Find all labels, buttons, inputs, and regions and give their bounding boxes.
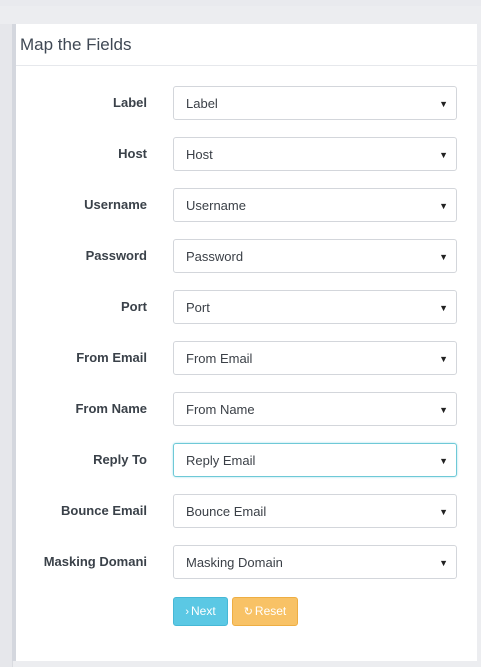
- field-label: From Name: [75, 401, 147, 416]
- caret-down-icon: ▼: [439, 99, 448, 109]
- select-value: Bounce Email: [186, 504, 267, 519]
- caret-down-icon: ▼: [439, 150, 448, 160]
- caret-down-icon: ▼: [439, 456, 448, 466]
- refresh-icon: ↻: [243, 606, 253, 618]
- bounce-email-select[interactable]: Bounce Email ▼: [173, 494, 457, 528]
- select-value: Masking Domain: [186, 555, 283, 570]
- field-row-host: Host Host ▼: [16, 137, 477, 171]
- field-row-username: Username Username ▼: [16, 188, 477, 222]
- select-value: Label: [186, 96, 218, 111]
- select-value: Password: [186, 249, 244, 264]
- select-value: Port: [186, 300, 210, 315]
- map-fields-panel: Map the Fields Label Label ▼ Host Host ▼…: [12, 24, 477, 661]
- field-label: Host: [118, 146, 147, 161]
- select-value: Host: [186, 147, 213, 162]
- field-row-from-email: From Email From Email ▼: [16, 341, 477, 375]
- top-bar: [0, 0, 481, 6]
- field-row-masking-domain: Masking Domani Masking Domain ▼: [16, 545, 477, 579]
- field-label: Bounce Email: [61, 503, 147, 518]
- next-button[interactable]: › Next: [173, 597, 228, 626]
- field-row-from-name: From Name From Name ▼: [16, 392, 477, 426]
- reset-button[interactable]: ↻ Reset: [232, 597, 298, 626]
- field-row-password: Password Password ▼: [16, 239, 477, 273]
- password-select[interactable]: Password ▼: [173, 239, 457, 273]
- port-select[interactable]: Port ▼: [173, 290, 457, 324]
- caret-down-icon: ▼: [439, 252, 448, 262]
- field-label: Port: [121, 299, 147, 314]
- field-row-bounce-email: Bounce Email Bounce Email ▼: [16, 494, 477, 528]
- caret-down-icon: ▼: [439, 558, 448, 568]
- caret-down-icon: ▼: [439, 507, 448, 517]
- field-label: Password: [85, 248, 147, 263]
- chevron-right-icon: ›: [185, 606, 189, 618]
- reset-button-label: Reset: [254, 604, 287, 618]
- host-select[interactable]: Host ▼: [173, 137, 457, 171]
- field-label: Masking Domani: [43, 554, 147, 569]
- select-value: From Name: [186, 402, 255, 417]
- caret-down-icon: ▼: [439, 354, 448, 364]
- field-label: Label: [113, 95, 147, 110]
- field-label: From Email: [76, 350, 147, 365]
- reply-to-select[interactable]: Reply Email ▼: [173, 443, 457, 477]
- field-row-port: Port Port ▼: [16, 290, 477, 324]
- field-label: Username: [84, 197, 147, 212]
- panel-title: Map the Fields: [16, 24, 477, 66]
- from-name-select[interactable]: From Name ▼: [173, 392, 457, 426]
- caret-down-icon: ▼: [439, 405, 448, 415]
- select-value: Username: [186, 198, 246, 213]
- field-label: Reply To: [93, 452, 147, 467]
- from-email-select[interactable]: From Email ▼: [173, 341, 457, 375]
- field-row-label: Label Label ▼: [16, 86, 477, 120]
- next-button-label: Next: [190, 604, 216, 618]
- select-value: From Email: [186, 351, 253, 366]
- masking-domain-select[interactable]: Masking Domain ▼: [173, 545, 457, 579]
- select-value: Reply Email: [186, 453, 256, 468]
- caret-down-icon: ▼: [439, 201, 448, 211]
- field-row-reply-to: Reply To Reply Email ▼: [16, 443, 477, 477]
- label-select[interactable]: Label ▼: [173, 86, 457, 120]
- caret-down-icon: ▼: [439, 303, 448, 313]
- username-select[interactable]: Username ▼: [173, 188, 457, 222]
